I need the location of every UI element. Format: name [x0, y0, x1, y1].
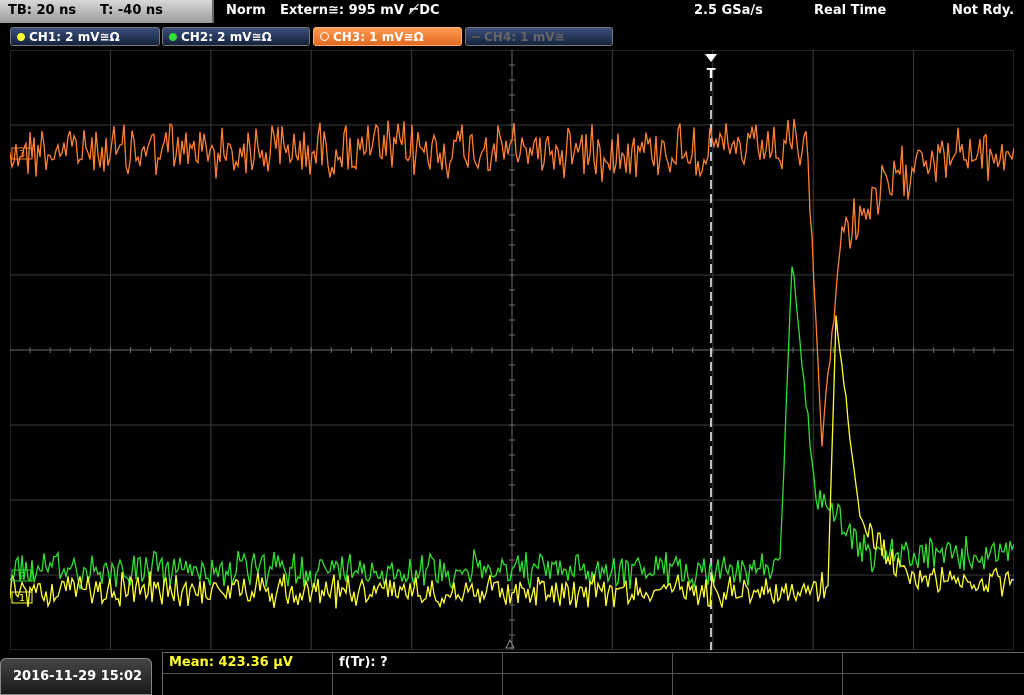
trigger-label: T: [707, 67, 716, 82]
run-state: Not Rdy.: [952, 3, 1015, 18]
ch4-label: CH4: 1 mV≅: [484, 30, 565, 44]
ch4-dash-icon: [472, 36, 480, 38]
timebase-box[interactable]: TB: 20 ns T: -40 ns: [0, 0, 214, 23]
datetime-label: 2016-11-29 15:02: [13, 669, 143, 684]
top-status-bar: TB: 20 ns T: -40 ns Norm Extern≅: 995 mV…: [0, 0, 1024, 24]
measurement-slot-6[interactable]: [163, 674, 333, 695]
ch2-dot-icon: [169, 33, 177, 41]
measurement-rise-freq[interactable]: f(Tr): ?: [333, 653, 503, 674]
measurement-slot-5[interactable]: [843, 653, 1024, 674]
measurement-mean[interactable]: Mean: 423.36 µV: [163, 653, 333, 674]
measurement-slot-3[interactable]: [503, 653, 673, 674]
ch4-button[interactable]: CH4: 1 mV≅: [465, 27, 613, 46]
ch3-marker-text: 3: [19, 149, 25, 160]
ch2-button[interactable]: CH2: 2 mV≅Ω: [162, 27, 310, 46]
datetime-box[interactable]: 2016-11-29 15:02: [0, 658, 152, 695]
measurement-slot-4[interactable]: [673, 653, 843, 674]
measurement-slot-10[interactable]: [843, 674, 1024, 695]
measurement-slot-8[interactable]: [503, 674, 673, 695]
ch3-dot-icon: [320, 32, 329, 41]
ch1-marker-text: 1: [19, 593, 25, 604]
trigger-mode[interactable]: Norm: [226, 3, 266, 18]
ch2-marker-text: 2: [19, 571, 25, 582]
trigger-time-label: T: -40 ns: [100, 3, 163, 18]
timebase-label: TB: 20 ns: [8, 3, 77, 18]
bottom-bar: 2016-11-29 15:02 Mean: 423.36 µV f(Tr): …: [0, 652, 1024, 695]
ch3-button[interactable]: CH3: 1 mV≅Ω: [313, 27, 462, 46]
ch1-dot-icon: [17, 33, 25, 41]
measurement-slot-9[interactable]: [673, 674, 843, 695]
ch2-label: CH2: 2 mV≅Ω: [181, 30, 272, 44]
measurement-slot-7[interactable]: [333, 674, 503, 695]
trigger-source[interactable]: Extern≅: 995 mV ⌐̸DC: [280, 3, 440, 18]
sample-rate[interactable]: 2.5 GSa/s: [694, 3, 763, 18]
channel-bar: CH1: 2 mV≅Ω CH2: 2 mV≅Ω CH3: 1 mV≅Ω CH4:…: [0, 25, 1024, 48]
acquisition-mode[interactable]: Real Time: [814, 3, 886, 18]
ch1-button[interactable]: CH1: 2 mV≅Ω: [10, 27, 160, 46]
ch3-label: CH3: 1 mV≅Ω: [333, 30, 424, 44]
waveform-display[interactable]: T 3 2 1: [10, 50, 1014, 650]
ch1-label: CH1: 2 mV≅Ω: [29, 30, 120, 44]
measurement-table: Mean: 423.36 µV f(Tr): ?: [162, 652, 1024, 695]
